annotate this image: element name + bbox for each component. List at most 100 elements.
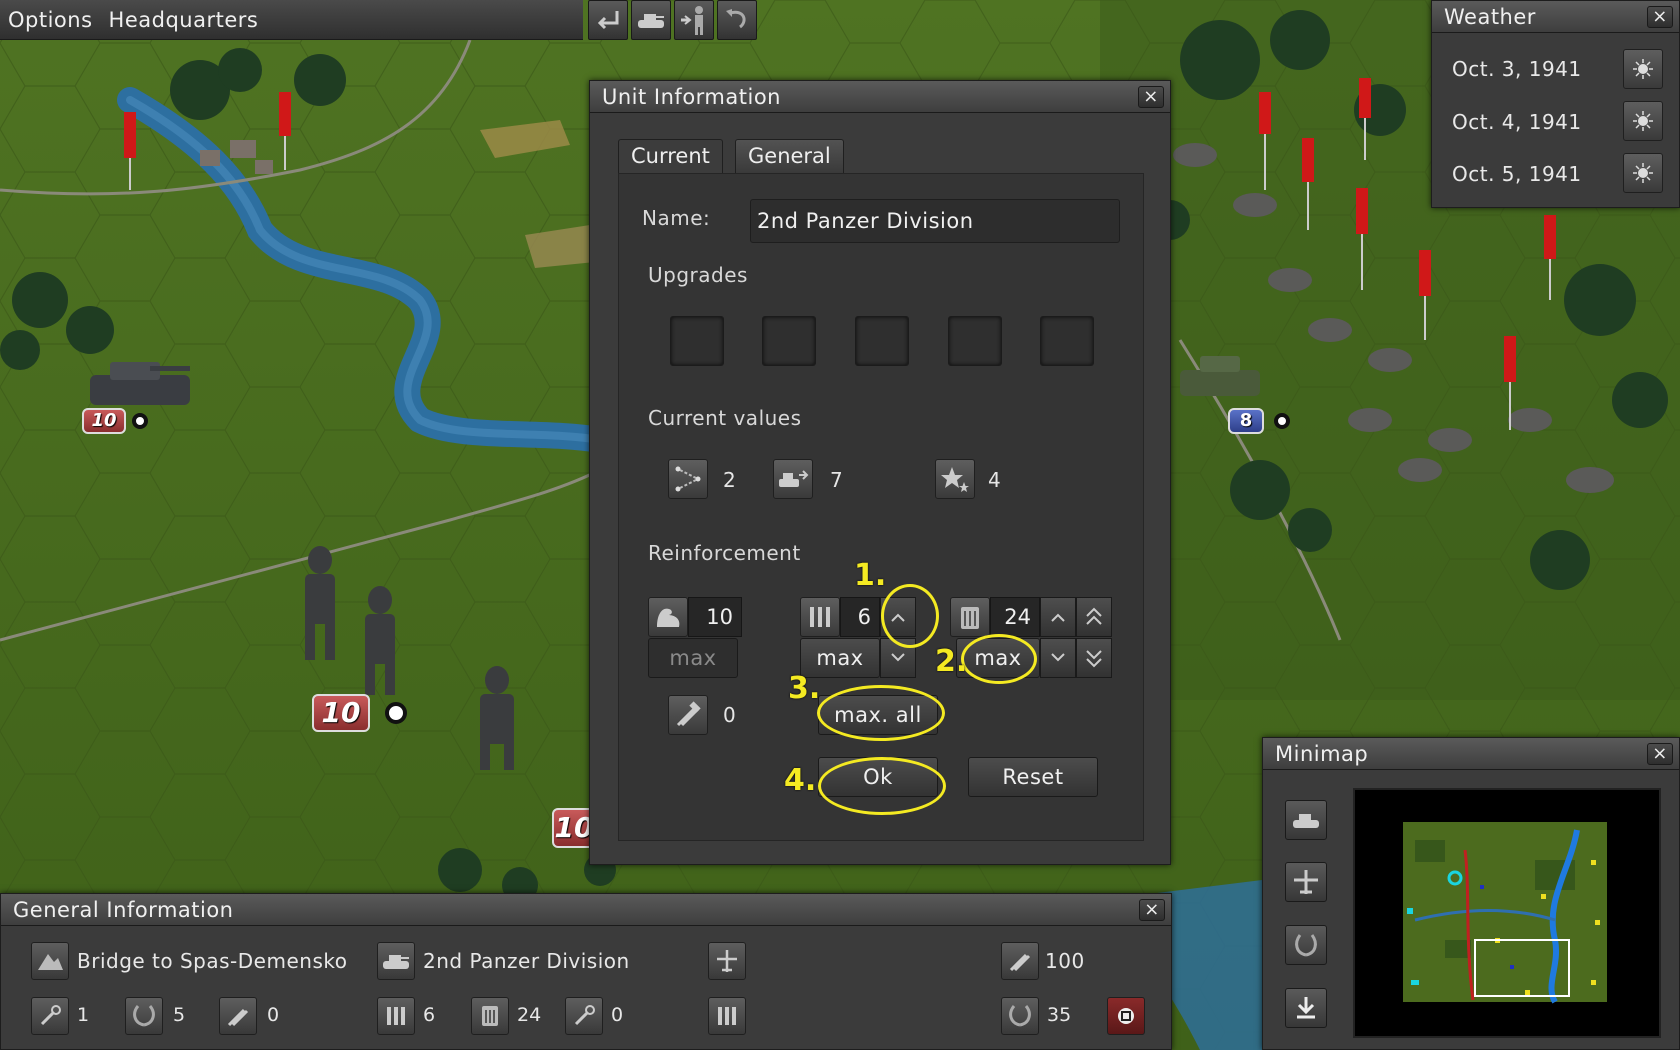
fuel-increase-max-button[interactable] <box>1076 597 1112 637</box>
strength-value: 10 <box>688 597 742 637</box>
unit-information-title-text: Unit Information <box>602 85 781 109</box>
general-information-title-text: General Information <box>13 898 234 922</box>
ammo-icon <box>377 997 415 1035</box>
repair-tools-icon <box>1001 942 1039 980</box>
unit-information-window: Unit Information × Current General Name:… <box>589 80 1171 865</box>
repair-tools-icon <box>219 997 257 1035</box>
annotation-step-3: 3. <box>788 671 821 706</box>
fuel-increase-button[interactable] <box>1040 597 1076 637</box>
annotation-step-2: 2. <box>935 644 968 679</box>
tab-general[interactable]: General <box>735 139 844 173</box>
general-information-title: General Information × <box>1 894 1171 926</box>
ammo-decrease-button[interactable] <box>880 638 916 678</box>
download-icon[interactable] <box>1285 988 1327 1028</box>
top-toolbar <box>588 0 757 40</box>
ammo-value: 6 <box>840 597 880 637</box>
laurel-icon <box>125 997 163 1035</box>
unit-information-title: Unit Information × <box>590 81 1170 113</box>
map-unit-status-ring <box>132 413 148 429</box>
tab-current[interactable]: Current <box>618 139 723 173</box>
weather-window: Weather × Oct. 3, 1941 Oct. 4, 1941 Oct.… <box>1431 0 1680 208</box>
fuel-max-button[interactable]: max <box>956 638 1040 678</box>
upgrade-slot[interactable] <box>1040 316 1094 366</box>
name-label: Name: <box>642 206 711 230</box>
general-information-window: General Information × Bridge to Spas-Dem… <box>0 893 1172 1050</box>
tank-icon[interactable] <box>1285 800 1327 840</box>
map-unit-status-ring <box>1274 413 1290 429</box>
laurel-icon[interactable] <box>1285 925 1327 965</box>
location-name: Bridge to Spas-Demensko <box>77 949 348 973</box>
stat-value-100: 100 <box>1045 949 1085 973</box>
menu-headquarters[interactable]: Headquarters <box>101 8 267 32</box>
reinforcement-label: Reinforcement <box>648 541 801 565</box>
tank-icon <box>377 942 415 980</box>
attack-value: 7 <box>830 468 843 492</box>
upgrade-slot[interactable] <box>855 316 909 366</box>
ok-button[interactable]: Ok <box>818 757 938 797</box>
fuel-decrease-max-button[interactable] <box>1076 638 1112 678</box>
experience-value: 4 <box>988 468 1001 492</box>
weather-title-text: Weather <box>1444 5 1536 29</box>
map-unit-strength-badge[interactable]: 8 <box>1228 408 1264 434</box>
repair-tools-icon <box>668 695 708 735</box>
soldier-icon[interactable] <box>674 0 714 40</box>
unit-name: 2nd Panzer Division <box>423 949 630 973</box>
ammo-icon <box>708 997 746 1035</box>
minimap-title: Minimap × <box>1263 738 1679 770</box>
plane-icon[interactable] <box>1285 862 1327 902</box>
movement-icon <box>668 459 708 499</box>
close-icon[interactable]: × <box>1647 6 1673 28</box>
upgrade-slot[interactable] <box>670 316 724 366</box>
fuel-decrease-button[interactable] <box>1040 638 1076 678</box>
close-icon[interactable]: × <box>1647 743 1673 765</box>
repair-value: 0 <box>723 703 736 727</box>
ammo-value: 6 <box>423 1004 436 1026</box>
stat-value: 5 <box>173 1004 186 1026</box>
fuel-canister-icon <box>950 597 990 637</box>
stat-value: 0 <box>267 1004 280 1026</box>
ammo-increase-button[interactable] <box>880 597 916 637</box>
laurel-icon <box>1001 997 1039 1035</box>
reset-button[interactable]: Reset <box>968 757 1098 797</box>
map-unit-strength-badge[interactable]: 10 <box>312 694 370 732</box>
sun-icon <box>1623 49 1663 89</box>
top-menu-bar: Options Headquarters <box>0 0 583 40</box>
strength-max-button[interactable]: max <box>648 638 738 678</box>
menu-options[interactable]: Options <box>0 8 101 32</box>
strength-arm-icon <box>648 597 688 637</box>
map-unit-status-ring <box>385 702 407 724</box>
stat-value: 35 <box>1047 1004 1072 1026</box>
terrain-mountain-icon <box>31 942 69 980</box>
minimap-view[interactable] <box>1353 788 1661 1038</box>
fuel-canister-icon <box>471 997 509 1035</box>
weather-title: Weather × <box>1432 1 1679 33</box>
upgrade-slot[interactable] <box>948 316 1002 366</box>
stat-value: 0 <box>611 1004 624 1026</box>
annotation-step-1: 1. <box>854 558 887 593</box>
experience-star-icon <box>935 459 975 499</box>
stat-value: 1 <box>77 1004 90 1026</box>
weather-date: Oct. 3, 1941 <box>1452 57 1582 81</box>
return-icon[interactable] <box>588 0 628 40</box>
plane-icon[interactable] <box>708 942 746 980</box>
minimap-title-text: Minimap <box>1275 742 1369 766</box>
weather-date: Oct. 4, 1941 <box>1452 110 1582 134</box>
faction-emblem-icon[interactable] <box>1107 997 1145 1035</box>
tank-icon[interactable] <box>631 0 671 40</box>
attack-icon <box>773 459 813 499</box>
upgrades-label: Upgrades <box>648 263 748 287</box>
wrench-icon <box>31 997 69 1035</box>
map-unit-strength-badge[interactable]: 10 <box>82 408 126 434</box>
weather-date: Oct. 5, 1941 <box>1452 162 1582 186</box>
max-all-button[interactable]: max. all <box>818 695 938 735</box>
sun-icon <box>1623 101 1663 141</box>
current-values-label: Current values <box>648 406 802 430</box>
wrench-icon <box>565 997 603 1035</box>
close-icon[interactable]: × <box>1139 899 1165 921</box>
unit-name-field[interactable]: 2nd Panzer Division <box>750 199 1120 243</box>
undo-icon[interactable] <box>717 0 757 40</box>
close-icon[interactable]: × <box>1138 86 1164 108</box>
fuel-value: 24 <box>517 1004 542 1026</box>
sun-icon <box>1623 153 1663 193</box>
upgrade-slot[interactable] <box>762 316 816 366</box>
